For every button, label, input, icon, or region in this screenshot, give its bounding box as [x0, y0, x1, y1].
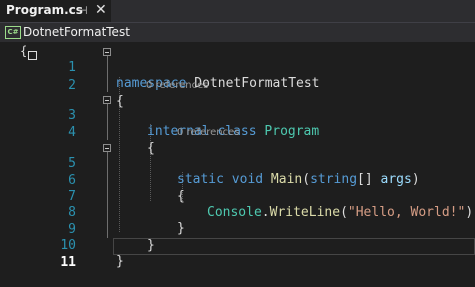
code-line: 11: [0, 239, 475, 270]
close-icon[interactable]: ✕: [95, 2, 107, 18]
codelens-references-main[interactable]: 0 references: [177, 127, 240, 138]
code-line: 9 }: [0, 206, 475, 253]
project-dropdown[interactable]: DotnetFormatTest: [23, 25, 130, 39]
pin-icon[interactable]: ⊣: [78, 4, 88, 17]
line-number-current: 11: [60, 255, 76, 270]
code-editor[interactable]: { 1 namespace DotnetFormatTest 2 { 0 ref…: [0, 42, 475, 271]
code-line: 7 Console.WriteLine("Hello, World!");: [0, 173, 475, 220]
code-line: 4 {: [0, 109, 475, 156]
line-number: 4: [68, 125, 76, 140]
brace: }: [116, 254, 124, 269]
csharp-project-icon: C#: [5, 26, 21, 39]
code-line: 3 internal class Program: [0, 92, 475, 139]
code-line: 2 {: [0, 62, 475, 109]
type-name: Program: [256, 124, 320, 139]
code-line: 5 static void Main(string[] args): [0, 140, 475, 187]
tab-program-cs[interactable]: Program.cs ⊣ ✕: [0, 0, 111, 22]
codelens-references-class[interactable]: 0 references: [146, 80, 209, 91]
tab-label: Program.cs: [6, 3, 83, 17]
navigation-bar: C# DotnetFormatTest: [0, 22, 475, 42]
code-line: 10 }: [0, 222, 475, 269]
code-line: 8 }: [0, 189, 475, 236]
document-tab-strip: Program.cs ⊣ ✕: [0, 0, 475, 22]
code-line: 1 namespace DotnetFormatTest: [0, 44, 475, 91]
code-line: 6 {: [0, 157, 475, 204]
